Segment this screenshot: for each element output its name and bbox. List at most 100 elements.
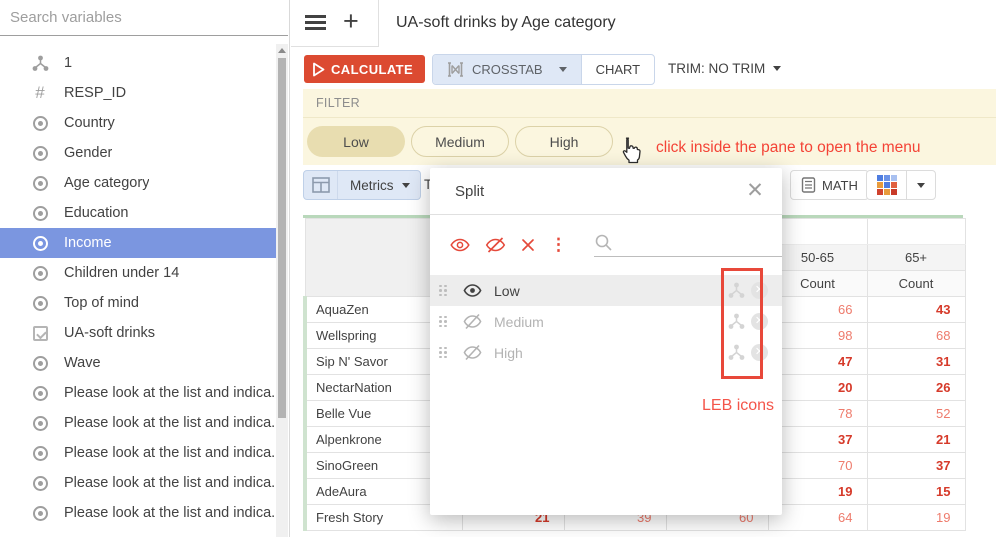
radio-icon <box>30 263 50 283</box>
sidebar-item-label: Please look at the list and indica... <box>64 505 277 521</box>
show-all-eye-icon[interactable] <box>450 237 470 253</box>
sidebar-item-label: Age category <box>64 175 149 191</box>
radio-icon <box>30 413 50 433</box>
sidebar-item-education[interactable]: Education <box>0 198 277 228</box>
value-cell: 31 <box>867 349 965 375</box>
sidebar-item-children-under-14[interactable]: Children under 14 <box>0 258 277 288</box>
value-cell: 37 <box>768 427 867 453</box>
sidebar-item-age-category[interactable]: Age category <box>0 168 277 198</box>
sidebar-item-label: Gender <box>64 145 112 161</box>
value-cell: 52 <box>867 401 965 427</box>
hash-icon: # <box>30 83 50 103</box>
sidebar-item-label: Education <box>64 205 129 221</box>
remove-icon[interactable] <box>521 238 535 252</box>
filter-chip-low[interactable]: Low <box>307 126 405 157</box>
sidebar-item-please-look-at-the-list-[interactable]: Please look at the list and indica... <box>0 468 277 498</box>
sidebar-item-label: RESP_ID <box>64 85 126 101</box>
chevron-down-icon <box>402 183 410 188</box>
column-header[interactable]: 50-65 <box>768 245 867 271</box>
chart-button[interactable]: CHART <box>581 55 655 84</box>
radio-icon <box>30 383 50 403</box>
metrics-dropdown[interactable]: Metrics <box>338 178 420 193</box>
sidebar-item-gender[interactable]: Gender <box>0 138 277 168</box>
search-placeholder: Search variables <box>10 9 122 26</box>
value-cell: 15 <box>867 479 965 505</box>
header-blank-cell <box>768 219 867 245</box>
radio-icon <box>30 353 50 373</box>
header-blank-cell <box>867 219 965 245</box>
sidebar-item-label: Country <box>64 115 115 131</box>
page-title: UA-soft drinks by Age category <box>396 14 616 32</box>
crosstab-button[interactable]: CROSSTAB <box>433 55 581 84</box>
value-cell: 66 <box>768 297 867 323</box>
value-cell: 19 <box>768 479 867 505</box>
annotation-click-hint: click inside the pane to open the menu <box>656 139 921 157</box>
add-tab-button[interactable]: + <box>343 6 359 37</box>
split-row-label: High <box>494 345 523 361</box>
sidebar-item-label: Please look at the list and indica... <box>64 445 277 461</box>
value-cell: 70 <box>768 453 867 479</box>
sidebar-item-please-look-at-the-list-[interactable]: Please look at the list and indica... <box>0 438 277 468</box>
sidebar-item-label: 1 <box>64 55 72 71</box>
more-options-icon[interactable]: ⋮ <box>550 238 567 252</box>
drag-handle-icon[interactable] <box>439 316 449 328</box>
radio-icon <box>30 503 50 523</box>
sidebar-item-ua-soft-drinks[interactable]: UA-soft drinks <box>0 318 277 348</box>
search-variables-input[interactable]: Search variables <box>0 0 288 36</box>
sidebar-item-1[interactable]: 1 <box>0 48 277 78</box>
sidebar-item-wave[interactable]: Wave <box>0 348 277 378</box>
radio-icon <box>30 233 50 253</box>
calculate-button[interactable]: CALCULATE <box>304 55 425 83</box>
palette-dropdown[interactable] <box>906 171 935 199</box>
sidebar-item-resp-id[interactable]: # RESP_ID <box>0 78 277 108</box>
tab-controls: + <box>291 0 379 47</box>
layout-icon[interactable] <box>304 171 338 199</box>
sidebar-item-income[interactable]: Income <box>0 228 277 258</box>
value-cell: 37 <box>867 453 965 479</box>
play-icon <box>312 62 325 77</box>
view-switch-group: CROSSTAB CHART <box>432 54 655 85</box>
value-cell: 98 <box>768 323 867 349</box>
palette-group <box>866 170 936 200</box>
filter-label: FILTER <box>303 89 996 118</box>
radio-icon <box>30 293 50 313</box>
value-cell: 21 <box>867 427 965 453</box>
value-cell: 43 <box>867 297 965 323</box>
sidebar-item-please-look-at-the-list-[interactable]: Please look at the list and indica... <box>0 378 277 408</box>
sidebar-item-label: Please look at the list and indica... <box>64 475 277 491</box>
scrollbar-thumb[interactable] <box>278 58 286 418</box>
trim-dropdown[interactable]: TRIM: NO TRIM <box>668 61 781 76</box>
value-cell: 19 <box>867 505 965 531</box>
sidebar-item-please-look-at-the-list-[interactable]: Please look at the list and indica... <box>0 408 277 438</box>
filter-chip-medium[interactable]: Medium <box>411 126 509 157</box>
visibility-eye-icon[interactable] <box>463 283 482 298</box>
drag-handle-icon[interactable] <box>439 347 449 359</box>
modal-title: Split <box>455 183 484 200</box>
visibility-eye-off-icon[interactable] <box>463 313 482 330</box>
scrollbar-up-arrow-icon[interactable] <box>278 48 286 53</box>
color-palette-button[interactable] <box>867 171 906 199</box>
sidebar-scrollbar[interactable] <box>276 44 288 537</box>
sidebar-item-top-of-mind[interactable]: Top of mind <box>0 288 277 318</box>
chevron-down-icon <box>773 66 781 71</box>
visibility-eye-off-icon[interactable] <box>463 344 482 361</box>
variable-list: 1 # RESP_ID Country Gender Age category Educat… <box>0 48 277 528</box>
sidebar-item-please-look-at-the-list-[interactable]: Please look at the list and indica... <box>0 498 277 528</box>
crosstab-icon <box>447 62 464 77</box>
hand-cursor-icon <box>617 136 643 171</box>
sidebar-item-label: Children under 14 <box>64 265 179 281</box>
column-header[interactable]: 65+ <box>867 245 965 271</box>
math-button[interactable]: MATH <box>790 170 869 200</box>
filter-chip-high[interactable]: High <box>515 126 613 157</box>
hide-all-eye-off-icon[interactable] <box>485 236 506 254</box>
count-subheader: Count <box>867 271 965 297</box>
modal-search-input[interactable] <box>594 233 782 257</box>
close-icon[interactable]: ✕ <box>744 180 766 202</box>
radio-icon <box>30 473 50 493</box>
menu-icon[interactable] <box>305 15 326 30</box>
sidebar-item-label: Please look at the list and indica... <box>64 415 277 431</box>
annotation-leb-label: LEB icons <box>702 397 774 415</box>
drag-handle-icon[interactable] <box>439 285 449 297</box>
radio-icon <box>30 173 50 193</box>
sidebar-item-country[interactable]: Country <box>0 108 277 138</box>
